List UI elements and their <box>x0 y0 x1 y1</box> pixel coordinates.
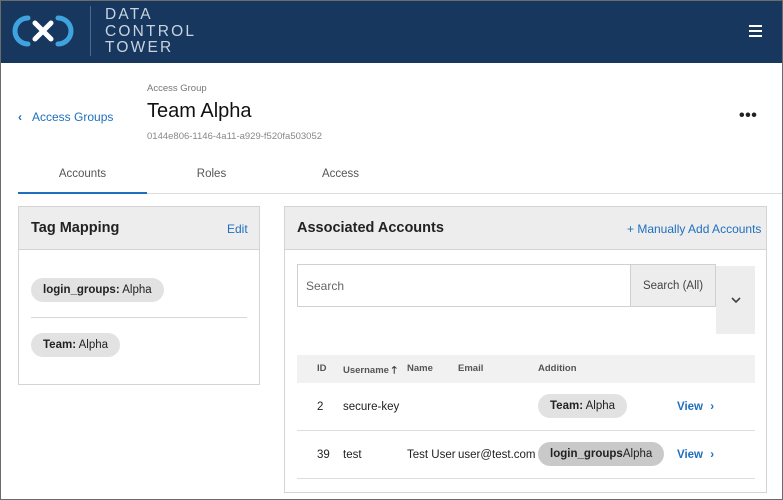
tab-roles[interactable]: Roles <box>147 161 276 194</box>
hamburger-menu-icon[interactable] <box>749 25 763 38</box>
search-scope-dropdown[interactable]: Search (All) <box>630 264 716 307</box>
tab-bar: Accounts Roles Access <box>18 161 782 194</box>
accounts-search-input[interactable] <box>297 264 630 307</box>
page-title: Team Alpha <box>147 100 252 122</box>
column-header-username[interactable]: Username 🡑 <box>343 363 397 380</box>
view-account-link[interactable]: View › <box>677 449 714 461</box>
brand-line: DATA <box>105 6 153 23</box>
search-dropdown-toggle[interactable] <box>716 266 755 334</box>
manually-add-accounts-button[interactable]: + Manually Add Accounts <box>627 222 761 236</box>
tag-key: login_groups: <box>43 284 120 296</box>
column-header-id[interactable]: ID <box>317 363 327 374</box>
table-row: 39 test Test User user@test.com login_gr… <box>297 431 755 479</box>
row-email: user@test.com <box>458 449 536 461</box>
row-username: secure-key <box>343 401 400 413</box>
chevron-down-icon <box>730 296 741 303</box>
tag-mapping-header: Tag Mapping Edit <box>19 207 259 250</box>
tag-chip: Team: Alpha <box>31 333 121 357</box>
brand-wordmark: DATA CONTROL TOWER <box>105 6 197 57</box>
sort-ascending-icon: 🡑 <box>391 365 397 376</box>
row-id: 39 <box>317 449 330 461</box>
edit-tag-mapping-button[interactable]: Edit <box>227 222 248 236</box>
row-id: 2 <box>317 401 324 413</box>
tag-value: Alpha <box>622 448 653 460</box>
table-row: 2 secure-key Team: Alpha View › <box>297 383 755 431</box>
dct-logo-icon <box>12 15 74 47</box>
row-tag-chip: login_groupsAlpha <box>538 442 665 466</box>
accounts-table-header: ID Username 🡑 Name Email Addition <box>297 355 755 383</box>
brand-line: CONTROL <box>105 22 197 40</box>
back-link-label: Access Groups <box>32 110 114 124</box>
column-header-name[interactable]: Name <box>407 363 433 374</box>
more-options-button[interactable]: ••• <box>739 107 757 125</box>
divider <box>31 317 247 318</box>
associated-accounts-panel: Associated Accounts + Manually Add Accou… <box>284 206 767 493</box>
tag-key: Team: <box>43 339 77 351</box>
chevron-right-icon: › <box>710 449 715 461</box>
tag-chip: login_groups: Alpha <box>31 278 164 302</box>
group-id: 0144e806-1146-4a11-a929-f520fa503052 <box>147 131 323 142</box>
tag-value: Alpha <box>76 339 109 351</box>
view-account-link[interactable]: View › <box>677 401 714 413</box>
tab-access[interactable]: Access <box>276 161 405 194</box>
view-label: View <box>677 449 703 461</box>
tag-key: login_groups <box>550 448 623 460</box>
tag-key: Team: <box>550 400 584 412</box>
tag-value: Alpha <box>119 284 152 296</box>
associated-accounts-title: Associated Accounts <box>297 220 444 236</box>
tag-value: Alpha <box>583 400 616 412</box>
column-header-email[interactable]: Email <box>458 363 483 374</box>
associated-accounts-header: Associated Accounts + Manually Add Accou… <box>285 207 766 250</box>
column-header-username-label: Username <box>343 365 389 376</box>
chevron-right-icon: › <box>710 401 715 413</box>
row-username: test <box>343 449 362 461</box>
tab-accounts[interactable]: Accounts <box>18 161 147 194</box>
row-tag-chip: Team: Alpha <box>538 394 628 418</box>
search-scope-label: Search (All) <box>642 279 704 292</box>
row-name: Test User <box>407 449 456 461</box>
brand-line: TOWER <box>105 39 174 56</box>
tag-mapping-title: Tag Mapping <box>31 220 120 236</box>
view-label: View <box>677 401 703 413</box>
back-to-access-groups-link[interactable]: ‹ Access Groups <box>18 110 113 124</box>
top-bar: DATA CONTROL TOWER <box>1 1 782 63</box>
column-header-addition[interactable]: Addition <box>538 363 577 374</box>
tag-mapping-panel: Tag Mapping Edit login_groups: Alpha Tea… <box>18 206 260 385</box>
page-eyebrow: Access Group <box>147 83 207 94</box>
chevron-left-icon: ‹ <box>18 110 22 124</box>
logo-divider <box>90 6 91 56</box>
